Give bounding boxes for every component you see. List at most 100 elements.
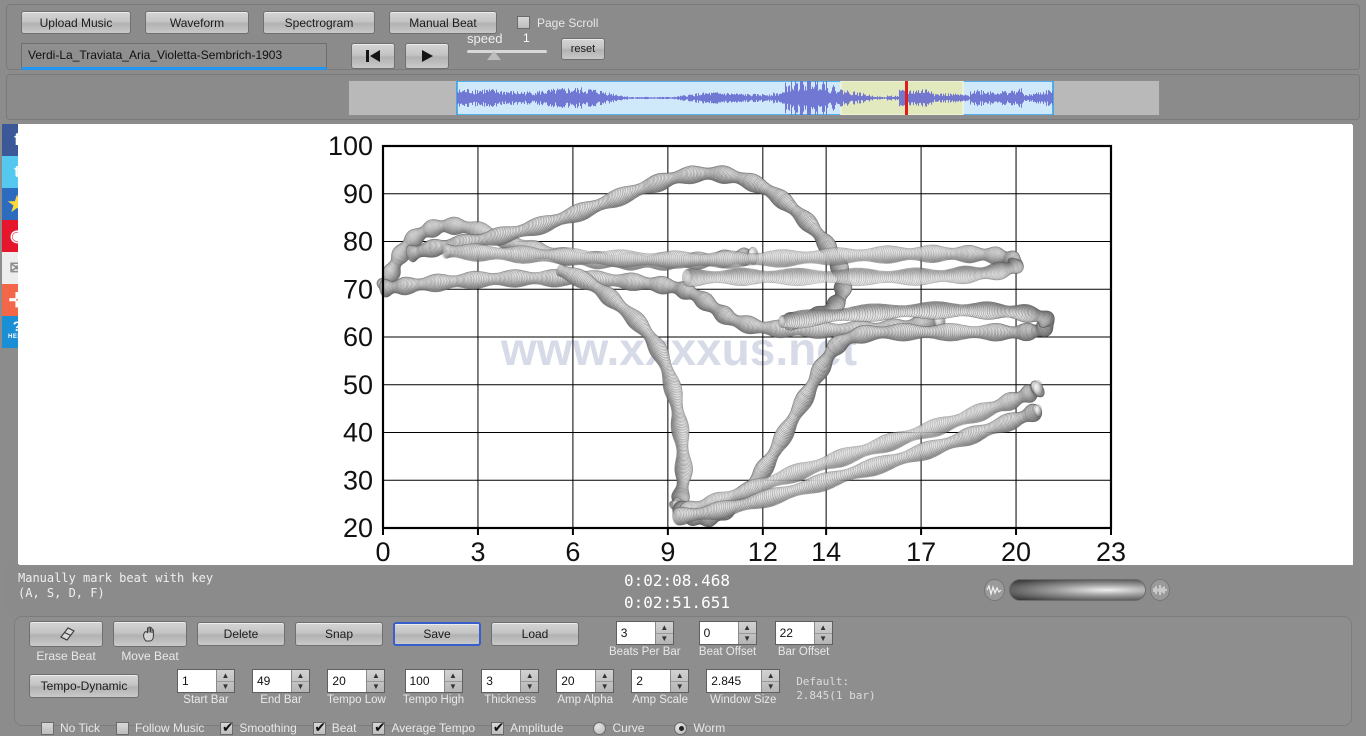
bar-offset-group[interactable]: 22▲▼Bar Offset [775,621,833,658]
thickness-increment[interactable]: ▲ [521,670,538,682]
no-tick-checkbox[interactable] [41,722,54,735]
smoothing-checkbox-group[interactable]: Smoothing [220,721,296,735]
amp-alpha-increment[interactable]: ▲ [596,670,613,682]
tempo-low-value[interactable]: 20 [328,670,366,692]
end-bar-arrows[interactable]: ▲▼ [291,670,309,692]
amp-alpha-spinner[interactable]: 20▲▼ [556,669,614,693]
move-beat-button[interactable] [113,621,187,647]
amp-alpha-value[interactable]: 20 [557,670,595,692]
bar-offset-arrows[interactable]: ▲▼ [814,622,832,644]
bar-offset-decrement[interactable]: ▼ [815,634,832,645]
curve-radio-group[interactable]: Curve [593,721,644,735]
amp-scale-value[interactable]: 2 [632,670,670,692]
beat-offset-group[interactable]: 0▲▼Beat Offset [699,621,757,658]
start-bar-group[interactable]: 1▲▼Start Bar [177,669,235,706]
window-size-spinner[interactable]: 2.845▲▼ [706,669,780,693]
waveform-overview-track[interactable] [348,80,1160,116]
beat-offset-value[interactable]: 0 [700,622,738,644]
beat-offset-spinner[interactable]: 0▲▼ [699,621,757,645]
beats-per-bar-decrement[interactable]: ▼ [656,634,673,645]
speed-slider-track[interactable] [467,50,547,53]
volume-slider[interactable] [1009,579,1146,601]
speed-slider-group[interactable]: speed 1 reset [467,41,577,71]
tempo-high-arrows[interactable]: ▲▼ [444,670,462,692]
window-size-increment[interactable]: ▲ [762,670,779,682]
worm-radio[interactable] [674,722,687,735]
amplitude-checkbox[interactable] [491,722,504,735]
tempo-low-decrement[interactable]: ▼ [367,682,384,693]
waveform-sharp-icon[interactable] [1150,579,1171,601]
snap-button[interactable]: Snap [295,622,383,646]
song-name-field[interactable]: Verdi-La_Traviata_Aria_Violetta-Sembrich… [21,43,327,70]
move-beat-group[interactable]: Move Beat [113,621,187,663]
amp-scale-increment[interactable]: ▲ [671,670,688,682]
end-bar-increment[interactable]: ▲ [292,670,309,682]
speed-slider-thumb[interactable] [487,51,501,60]
reset-speed-button[interactable]: reset [561,38,605,60]
end-bar-decrement[interactable]: ▼ [292,682,309,693]
load-button[interactable]: Load [491,622,579,646]
beat-checkbox-group[interactable]: Beat [313,721,357,735]
tempo-low-increment[interactable]: ▲ [367,670,384,682]
average-tempo-checkbox-group[interactable]: Average Tempo [372,721,475,735]
waveform-button[interactable]: Waveform [145,11,249,34]
no-tick-checkbox-group[interactable]: No Tick [41,721,100,735]
start-bar-increment[interactable]: ▲ [217,670,234,682]
thickness-spinner[interactable]: 3▲▼ [481,669,539,693]
spectrogram-button[interactable]: Spectrogram [263,11,375,34]
start-bar-decrement[interactable]: ▼ [217,682,234,693]
upload-music-button[interactable]: Upload Music [21,11,131,34]
worm-radio-group[interactable]: Worm [674,721,725,735]
tempo-high-value[interactable]: 100 [406,670,444,692]
tempo-high-increment[interactable]: ▲ [445,670,462,682]
tempo-high-decrement[interactable]: ▼ [445,682,462,693]
page-scroll-checkbox-group[interactable]: Page Scroll [517,16,598,30]
bar-offset-spinner[interactable]: 22▲▼ [775,621,833,645]
smoothing-checkbox[interactable] [220,722,233,735]
amplitude-checkbox-group[interactable]: Amplitude [491,721,563,735]
beat-offset-increment[interactable]: ▲ [739,622,756,634]
amp-scale-spinner[interactable]: 2▲▼ [631,669,689,693]
amp-scale-arrows[interactable]: ▲▼ [670,670,688,692]
page-scroll-checkbox[interactable] [517,16,530,29]
tempo-worm-chart-panel[interactable]: www.xxxxus.net 2030405060708090100036912… [18,124,1352,564]
window-size-value[interactable]: 2.845 [707,670,761,692]
thickness-value[interactable]: 3 [482,670,520,692]
average-tempo-checkbox[interactable] [372,722,385,735]
window-size-decrement[interactable]: ▼ [762,682,779,693]
waveform-overview-svg[interactable] [349,81,1159,115]
tempo-high-group[interactable]: 100▲▼Tempo High [403,669,464,706]
start-bar-spinner[interactable]: 1▲▼ [177,669,235,693]
start-bar-arrows[interactable]: ▲▼ [216,670,234,692]
beat-offset-arrows[interactable]: ▲▼ [738,622,756,644]
bar-offset-increment[interactable]: ▲ [815,622,832,634]
save-button[interactable]: Save [393,622,481,646]
follow-music-checkbox-group[interactable]: Follow Music [116,721,204,735]
window-size-arrows[interactable]: ▲▼ [761,670,779,692]
beats-per-bar-spinner[interactable]: 3▲▼ [616,621,674,645]
curve-radio[interactable] [593,722,606,735]
follow-music-checkbox[interactable] [116,722,129,735]
waveform-smooth-icon[interactable] [984,579,1005,601]
beats-per-bar-group[interactable]: 3▲▼Beats Per Bar [609,621,681,658]
play-button[interactable] [405,43,449,69]
skip-to-start-button[interactable] [351,43,395,69]
amp-scale-group[interactable]: 2▲▼Amp Scale [631,669,689,706]
end-bar-spinner[interactable]: 49▲▼ [252,669,310,693]
tempo-high-spinner[interactable]: 100▲▼ [405,669,463,693]
erase-beat-group[interactable]: Erase Beat [29,621,103,663]
window-size-group[interactable]: 2.845▲▼Window Size [706,669,780,706]
amp-alpha-arrows[interactable]: ▲▼ [595,670,613,692]
thickness-decrement[interactable]: ▼ [521,682,538,693]
bar-offset-value[interactable]: 22 [776,622,814,644]
tempo-worm-chart[interactable]: www.xxxxus.net 2030405060708090100036912… [19,125,1353,565]
tempo-dynamic-button[interactable]: Tempo-Dynamic [29,674,139,698]
amp-scale-decrement[interactable]: ▼ [671,682,688,693]
tempo-low-spinner[interactable]: 20▲▼ [327,669,385,693]
thickness-arrows[interactable]: ▲▼ [520,670,538,692]
delete-button[interactable]: Delete [197,622,285,646]
amp-alpha-decrement[interactable]: ▼ [596,682,613,693]
erase-beat-button[interactable] [29,621,103,647]
beat-offset-decrement[interactable]: ▼ [739,634,756,645]
end-bar-value[interactable]: 49 [253,670,291,692]
